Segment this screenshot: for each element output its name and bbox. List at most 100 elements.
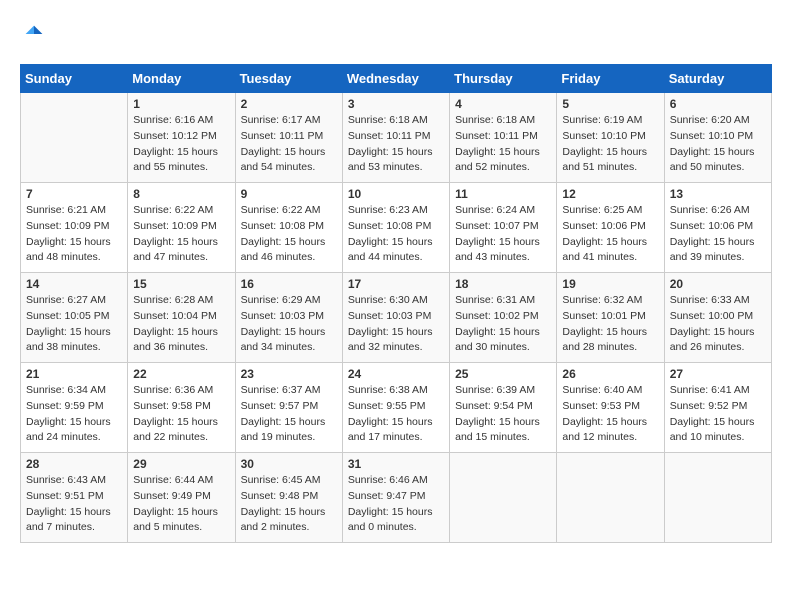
cell-text: Sunset: 10:01 PM (562, 309, 658, 325)
cell-text: and 12 minutes. (562, 430, 658, 446)
cell-text: and 38 minutes. (26, 340, 122, 356)
day-number: 30 (241, 457, 337, 471)
cell-text: Daylight: 15 hours (455, 325, 551, 341)
calendar-cell: 19Sunrise: 6:32 AMSunset: 10:01 PMDaylig… (557, 273, 664, 363)
day-number: 14 (26, 277, 122, 291)
day-number: 1 (133, 97, 229, 111)
day-number: 16 (241, 277, 337, 291)
cell-text: and 19 minutes. (241, 430, 337, 446)
cell-text: and 41 minutes. (562, 250, 658, 266)
calendar-cell: 27Sunrise: 6:41 AMSunset: 9:52 PMDayligh… (664, 363, 771, 453)
cell-text: and 2 minutes. (241, 520, 337, 536)
cell-text: and 7 minutes. (26, 520, 122, 536)
day-number: 21 (26, 367, 122, 381)
cell-text: and 30 minutes. (455, 340, 551, 356)
cell-text: Sunset: 10:10 PM (562, 129, 658, 145)
cell-text: and 44 minutes. (348, 250, 444, 266)
day-number: 29 (133, 457, 229, 471)
cell-text: Daylight: 15 hours (26, 235, 122, 251)
column-header-friday: Friday (557, 65, 664, 93)
cell-text: Sunrise: 6:18 AM (348, 113, 444, 129)
cell-text: Daylight: 15 hours (348, 415, 444, 431)
cell-text: Sunset: 10:00 PM (670, 309, 766, 325)
cell-text: Sunset: 10:11 PM (241, 129, 337, 145)
cell-text: Sunrise: 6:31 AM (455, 293, 551, 309)
week-row: 14Sunrise: 6:27 AMSunset: 10:05 PMDaylig… (21, 273, 772, 363)
cell-text: Sunrise: 6:37 AM (241, 383, 337, 399)
cell-text: and 34 minutes. (241, 340, 337, 356)
cell-text: Sunrise: 6:22 AM (133, 203, 229, 219)
cell-text: Sunrise: 6:44 AM (133, 473, 229, 489)
calendar-cell: 1Sunrise: 6:16 AMSunset: 10:12 PMDayligh… (128, 93, 235, 183)
cell-text: Sunrise: 6:32 AM (562, 293, 658, 309)
cell-text: Sunrise: 6:19 AM (562, 113, 658, 129)
cell-text: Sunrise: 6:30 AM (348, 293, 444, 309)
day-number: 27 (670, 367, 766, 381)
cell-text: and 15 minutes. (455, 430, 551, 446)
day-number: 25 (455, 367, 551, 381)
calendar-cell (450, 453, 557, 543)
cell-text: Sunset: 10:09 PM (26, 219, 122, 235)
day-number: 10 (348, 187, 444, 201)
calendar-cell: 14Sunrise: 6:27 AMSunset: 10:05 PMDaylig… (21, 273, 128, 363)
cell-text: Sunset: 10:06 PM (670, 219, 766, 235)
cell-text: Sunset: 10:06 PM (562, 219, 658, 235)
day-number: 13 (670, 187, 766, 201)
cell-text: Sunrise: 6:33 AM (670, 293, 766, 309)
day-number: 24 (348, 367, 444, 381)
calendar-cell: 28Sunrise: 6:43 AMSunset: 9:51 PMDayligh… (21, 453, 128, 543)
header-row: SundayMondayTuesdayWednesdayThursdayFrid… (21, 65, 772, 93)
cell-text: Sunrise: 6:23 AM (348, 203, 444, 219)
cell-text: Sunrise: 6:46 AM (348, 473, 444, 489)
day-number: 17 (348, 277, 444, 291)
column-header-thursday: Thursday (450, 65, 557, 93)
cell-text: and 32 minutes. (348, 340, 444, 356)
cell-text: Sunset: 10:11 PM (348, 129, 444, 145)
column-header-sunday: Sunday (21, 65, 128, 93)
cell-text: and 55 minutes. (133, 160, 229, 176)
cell-text: Daylight: 15 hours (455, 235, 551, 251)
cell-text: and 5 minutes. (133, 520, 229, 536)
calendar-cell: 24Sunrise: 6:38 AMSunset: 9:55 PMDayligh… (342, 363, 449, 453)
cell-text: Sunset: 10:03 PM (348, 309, 444, 325)
cell-text: Daylight: 15 hours (670, 145, 766, 161)
cell-text: Sunrise: 6:27 AM (26, 293, 122, 309)
cell-text: and 39 minutes. (670, 250, 766, 266)
cell-text: Daylight: 15 hours (670, 325, 766, 341)
cell-text: Daylight: 15 hours (562, 415, 658, 431)
calendar-cell (21, 93, 128, 183)
cell-text: Daylight: 15 hours (133, 325, 229, 341)
cell-text: Sunset: 10:08 PM (241, 219, 337, 235)
cell-text: Sunrise: 6:45 AM (241, 473, 337, 489)
cell-text: Sunset: 10:10 PM (670, 129, 766, 145)
cell-text: Sunset: 10:09 PM (133, 219, 229, 235)
cell-text: Sunset: 9:51 PM (26, 489, 122, 505)
cell-text: and 10 minutes. (670, 430, 766, 446)
cell-text: and 50 minutes. (670, 160, 766, 176)
cell-text: Daylight: 15 hours (241, 325, 337, 341)
day-number: 23 (241, 367, 337, 381)
cell-text: Daylight: 15 hours (26, 325, 122, 341)
calendar-cell (557, 453, 664, 543)
calendar-cell: 23Sunrise: 6:37 AMSunset: 9:57 PMDayligh… (235, 363, 342, 453)
day-number: 19 (562, 277, 658, 291)
cell-text: and 17 minutes. (348, 430, 444, 446)
calendar-cell: 15Sunrise: 6:28 AMSunset: 10:04 PMDaylig… (128, 273, 235, 363)
day-number: 31 (348, 457, 444, 471)
logo-icon (20, 20, 48, 48)
day-number: 9 (241, 187, 337, 201)
cell-text: and 0 minutes. (348, 520, 444, 536)
cell-text: and 46 minutes. (241, 250, 337, 266)
calendar-cell: 6Sunrise: 6:20 AMSunset: 10:10 PMDayligh… (664, 93, 771, 183)
day-number: 5 (562, 97, 658, 111)
calendar-cell: 2Sunrise: 6:17 AMSunset: 10:11 PMDayligh… (235, 93, 342, 183)
cell-text: Sunrise: 6:22 AM (241, 203, 337, 219)
calendar-cell: 5Sunrise: 6:19 AMSunset: 10:10 PMDayligh… (557, 93, 664, 183)
cell-text: Sunset: 9:53 PM (562, 399, 658, 415)
cell-text: Sunrise: 6:18 AM (455, 113, 551, 129)
day-number: 28 (26, 457, 122, 471)
cell-text: Sunrise: 6:28 AM (133, 293, 229, 309)
cell-text: Sunrise: 6:40 AM (562, 383, 658, 399)
cell-text: Daylight: 15 hours (562, 235, 658, 251)
cell-text: Sunrise: 6:16 AM (133, 113, 229, 129)
